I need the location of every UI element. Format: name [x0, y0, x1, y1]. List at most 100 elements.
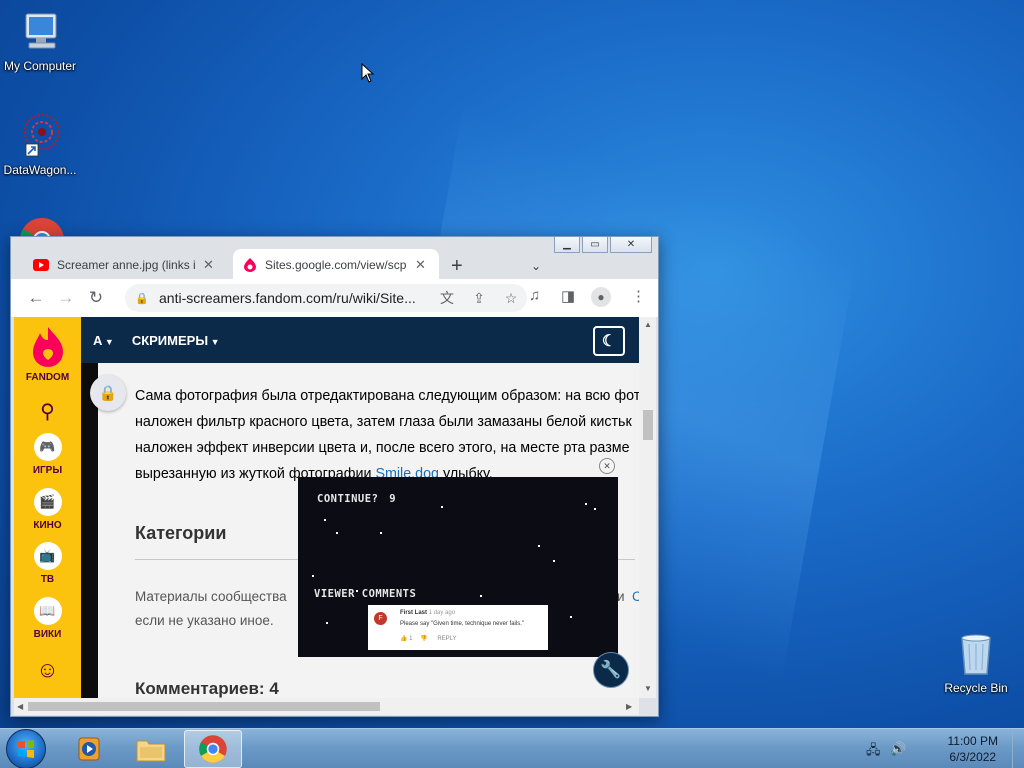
address-bar[interactable]: 🔒 anti-screamers.fandom.com/ru/wiki/Site…	[125, 284, 527, 312]
close-tab-icon[interactable]: ✕	[203, 257, 214, 273]
computer-icon	[16, 8, 64, 56]
desktop-icon-my-computer[interactable]: My Computer	[0, 8, 80, 73]
fandom-sidebar: FANDOM ⚲ 🎮 ИГРЫ 🎬 КИНО 📺 ТВ 📖 ВИКИ ☺	[14, 317, 81, 698]
translate-icon[interactable]: 文	[431, 288, 463, 308]
scroll-down-arrow[interactable]: ▼	[644, 684, 652, 693]
tab-screamer[interactable]: Screamer anne.jpg (links in ✕	[23, 249, 231, 281]
side-panel-icon[interactable]: ◨	[561, 287, 575, 305]
star-dot	[538, 545, 540, 547]
star-dot	[570, 616, 572, 618]
volume-icon[interactable]: 🔊	[890, 741, 906, 757]
wrench-tools-icon[interactable]: 🔧	[593, 652, 629, 688]
desktop-icon-datawagon[interactable]: DataWagon...	[0, 112, 80, 177]
article-line: наложен фильтр красного цвета, затем гла…	[135, 414, 632, 430]
star-dot	[324, 519, 326, 521]
like-count: 1	[409, 636, 413, 642]
fandom-icon	[244, 258, 256, 272]
windows-logo-icon	[18, 740, 34, 758]
wiki-short-label: A	[93, 332, 103, 348]
mouse-cursor	[361, 63, 375, 83]
video-ad-player[interactable]: CONTINUE? 9 VIEWER COMMENTS F First Last…	[298, 477, 618, 657]
taskbar-media-player[interactable]	[60, 730, 118, 768]
viewer-comments-label: VIEWER COMMENTS	[314, 588, 417, 600]
categories-heading: Категории	[135, 523, 227, 543]
star-dot	[441, 506, 443, 508]
license-link[interactable]: С	[632, 585, 639, 609]
comments-heading: Комментариев: 4	[135, 679, 279, 698]
desktop-icon-recycle-bin[interactable]: Recycle Bin	[936, 630, 1016, 695]
taskbar-explorer[interactable]	[122, 730, 180, 768]
vertical-scrollbar[interactable]: ▲ ▼	[639, 317, 656, 698]
chrome-icon	[199, 735, 227, 763]
page-dark-strip	[81, 317, 98, 698]
share-icon[interactable]: ⇪	[463, 290, 495, 307]
sidebar-item-games[interactable]: 🎮 ИГРЫ	[14, 433, 81, 476]
chrome-icon	[18, 216, 66, 238]
media-player-icon	[78, 737, 100, 761]
system-clock[interactable]: 11:00 PM 6/3/2022	[948, 733, 998, 765]
thumbs-down-icon: 👎	[420, 636, 428, 642]
gamepad-icon: 🎮	[33, 433, 62, 461]
vertical-scroll-thumb[interactable]	[643, 410, 653, 440]
article-line: Сама фотография была отредактирована сле…	[135, 388, 639, 404]
fandom-flame-icon	[32, 327, 63, 367]
clapperboard-icon: 🎬	[33, 488, 62, 516]
scroll-left-arrow[interactable]: ◀	[17, 702, 23, 711]
comment-text: Please say "Given time, technique never …	[400, 621, 524, 627]
star-dot	[480, 595, 482, 597]
reload-icon[interactable]: ↻	[81, 288, 111, 308]
user-account-icon[interactable]: ☺	[14, 657, 81, 683]
scroll-right-arrow[interactable]: ▶	[626, 702, 632, 711]
desktop-icon-chrome[interactable]	[14, 216, 70, 238]
protection-lock-icon[interactable]: 🔒	[90, 375, 126, 411]
section-menu[interactable]: СКРИМЕРЫ ▼	[132, 333, 220, 348]
tab-strip: Screamer anne.jpg (links in ✕ Sites.goog…	[11, 245, 658, 281]
new-tab-button[interactable]: +	[451, 255, 463, 278]
menu-kebab-icon[interactable]: ⋮	[631, 287, 646, 305]
scroll-up-arrow[interactable]: ▲	[644, 320, 652, 329]
book-icon: 📖	[33, 597, 62, 625]
show-desktop-button[interactable]	[1012, 729, 1024, 768]
lock-icon: 🔒	[135, 292, 149, 305]
media-control-icon[interactable]: ♫	[529, 287, 540, 304]
close-ad-button[interactable]: ✕	[599, 458, 615, 474]
star-dot	[336, 532, 338, 534]
recycle-bin-icon	[952, 630, 1000, 678]
horizontal-scroll-thumb[interactable]	[28, 702, 380, 711]
forward-icon[interactable]: →	[51, 288, 81, 308]
sidebar-item-wikis[interactable]: 📖 ВИКИ	[14, 597, 81, 640]
back-icon[interactable]: ←	[21, 288, 51, 308]
bookmark-star-icon[interactable]: ☆	[495, 290, 527, 307]
star-dot	[594, 508, 596, 510]
license-line-1-end: и	[617, 589, 625, 604]
url-text: anti-screamers.fandom.com/ru/wiki/Site..…	[159, 290, 416, 306]
taskbar: 🖧 🔊 11:00 PM 6/3/2022	[0, 728, 1024, 768]
article-line: наложен эффект инверсии цвета и, после в…	[135, 440, 630, 456]
sidebar-item-movies[interactable]: 🎬 КИНО	[14, 488, 81, 531]
continue-text: CONTINUE?	[317, 493, 379, 505]
tab-search-button[interactable]: ⌄	[531, 259, 541, 273]
profile-avatar-icon[interactable]: ●	[591, 287, 611, 307]
countdown: 9	[389, 493, 397, 505]
horizontal-scrollbar[interactable]: ◀ ▶	[14, 698, 639, 715]
sidebar-item-label: ВИКИ	[33, 629, 62, 640]
sidebar-item-tv[interactable]: 📺 ТВ	[14, 542, 81, 585]
wiki-navbar: A ▼ СКРИМЕРЫ ▼ ☾	[81, 317, 639, 363]
clock-time: 11:00 PM	[947, 734, 998, 748]
desktop-icon-label: DataWagon...	[3, 163, 77, 177]
network-icon[interactable]: 🖧	[866, 741, 881, 763]
star-dot	[380, 532, 382, 534]
star-dot	[312, 575, 314, 577]
tab-sites-google[interactable]: Sites.google.com/view/scp ✕	[233, 249, 439, 281]
fandom-logo[interactable]: FANDOM	[14, 325, 81, 383]
tv-icon: 📺	[33, 542, 62, 570]
start-button[interactable]	[6, 729, 46, 768]
close-tab-icon[interactable]: ✕	[415, 257, 426, 273]
wiki-home-menu[interactable]: A ▼	[93, 333, 114, 348]
taskbar-chrome[interactable]	[184, 730, 242, 768]
dark-mode-toggle[interactable]: ☾	[593, 326, 625, 356]
youtube-icon	[33, 259, 49, 271]
sidebar-item-label: ИГРЫ	[32, 465, 63, 476]
search-icon[interactable]: ⚲	[14, 399, 81, 424]
sidebar-item-label: КИНО	[33, 520, 62, 531]
